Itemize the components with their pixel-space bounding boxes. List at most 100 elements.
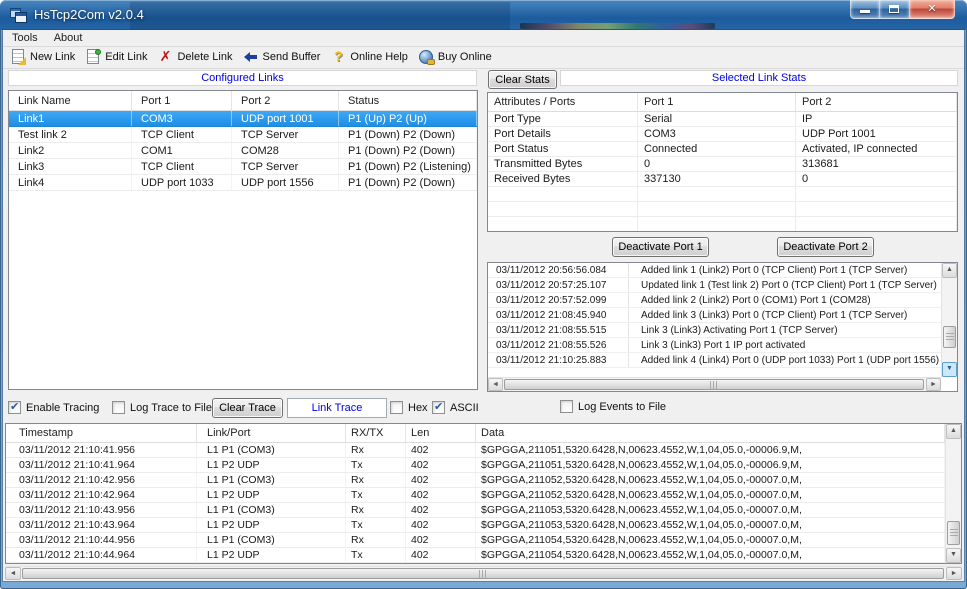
cell: 402 <box>406 533 476 547</box>
configured-link-row[interactable]: Link1COM3UDP port 1001P1 (Up) P2 (Up) <box>9 111 477 127</box>
scroll-right-icon[interactable]: ► <box>946 567 962 580</box>
toolbar-button-new-link[interactable]: New Link <box>6 48 81 66</box>
event-log-row[interactable]: 03/11/2012 21:08:55.515Link 3 (Link3) Ac… <box>488 323 941 338</box>
scroll-right-icon[interactable]: ► <box>926 378 941 391</box>
scroll-down-icon[interactable]: ▼ <box>946 548 961 563</box>
app-icon <box>10 7 27 23</box>
column-header[interactable]: Port 1 <box>132 91 232 110</box>
stats-row[interactable] <box>488 187 957 202</box>
stats-row[interactable] <box>488 217 957 232</box>
edit-link-icon <box>85 49 101 65</box>
event-log-row[interactable]: 03/11/2012 21:08:45.940Added link 3 (Lin… <box>488 308 941 323</box>
event-log-row[interactable]: 03/11/2012 20:56:56.084Added link 1 (Lin… <box>488 263 941 278</box>
scroll-up-icon[interactable]: ▲ <box>946 424 961 439</box>
log-trace-to-file-checkbox[interactable] <box>112 401 125 414</box>
ascii-checkbox[interactable] <box>432 401 445 414</box>
cell <box>796 202 957 216</box>
stats-row[interactable]: Port TypeSerialIP <box>488 112 957 127</box>
clear-trace-button[interactable]: Clear Trace <box>212 398 283 418</box>
configured-links-rows: Link1COM3UDP port 1001P1 (Up) P2 (Up)Tes… <box>9 111 477 191</box>
menu-item-tools[interactable]: Tools <box>4 31 46 47</box>
column-header[interactable]: Len <box>406 424 476 442</box>
log-events-to-file-checkbox[interactable] <box>560 400 573 413</box>
trace-row[interactable]: 03/11/2012 21:10:44.964L1 P2 UDPTx402$GP… <box>6 548 945 563</box>
toolbar-button-delete-link[interactable]: ✗Delete Link <box>153 48 238 66</box>
cell: TCP Client <box>132 127 232 142</box>
minimize-button[interactable] <box>850 0 880 19</box>
event-log-row[interactable]: 03/11/2012 20:57:25.107Updated link 1 (T… <box>488 278 941 293</box>
toolbar-button-online-help[interactable]: ?Online Help <box>326 48 413 66</box>
trace-row[interactable]: 03/11/2012 21:10:42.956L1 P1 (COM3)Rx402… <box>6 473 945 488</box>
event-log-vscrollbar[interactable]: ▲ ▼ <box>941 263 957 377</box>
cell: Rx <box>346 473 406 487</box>
enable-tracing-checkbox[interactable] <box>8 401 21 414</box>
trace-row[interactable]: 03/11/2012 21:10:44.956L1 P1 (COM3)Rx402… <box>6 533 945 548</box>
clear-stats-button[interactable]: Clear Stats <box>488 70 557 89</box>
trace-hscrollbar[interactable]: ◄ ► <box>5 566 962 580</box>
stats-row[interactable]: Transmitted Bytes0313681 <box>488 157 957 172</box>
scroll-left-icon[interactable]: ◄ <box>5 567 21 580</box>
event-log-row[interactable]: 03/11/2012 21:10:25.883Added link 4 (Lin… <box>488 353 941 368</box>
cell: 402 <box>406 488 476 502</box>
cell: TCP Server <box>232 127 339 142</box>
trace-row[interactable]: 03/11/2012 21:10:43.964L1 P2 UDPTx402$GP… <box>6 518 945 533</box>
trace-row[interactable]: 03/11/2012 21:10:41.956L1 P1 (COM3)Rx402… <box>6 443 945 458</box>
stats-row[interactable]: Port StatusConnectedActivated, IP connec… <box>488 142 957 157</box>
cell: Received Bytes <box>488 172 638 186</box>
cell: Test link 2 <box>9 127 132 142</box>
close-button[interactable]: ✕ <box>909 0 955 19</box>
cell: $GPGGA,211053,5320.6428,N,00623.4552,W,1… <box>476 503 945 517</box>
log-events-to-file-label: Log Events to File <box>578 400 666 414</box>
trace-table: TimestampLink/PortRX/TXLenData 03/11/201… <box>5 423 962 564</box>
trace-row[interactable]: 03/11/2012 21:10:41.964L1 P2 UDPTx402$GP… <box>6 458 945 473</box>
configured-link-row[interactable]: Link3TCP ClientTCP ServerP1 (Down) P2 (L… <box>9 159 477 175</box>
scroll-left-icon[interactable]: ◄ <box>488 378 503 391</box>
column-header[interactable]: RX/TX <box>346 424 406 442</box>
event-log-row[interactable]: 03/11/2012 21:08:55.526Link 3 (Link3) Po… <box>488 338 941 353</box>
column-header[interactable]: Port 2 <box>796 93 957 111</box>
trace-hscroll-thumb[interactable] <box>22 568 944 579</box>
event-message: Updated link 1 (Test link 2) Port 0 (TCP… <box>629 278 941 292</box>
toolbar-button-buy-online[interactable]: Buy Online <box>414 48 498 66</box>
cell: 03/11/2012 21:10:43.964 <box>6 518 197 532</box>
cell: Link1 <box>9 111 132 126</box>
event-log-hscrollbar[interactable]: ◄ ► <box>488 377 941 391</box>
trace-vscroll-thumb[interactable] <box>947 521 960 545</box>
column-header[interactable]: Attributes / Ports <box>488 93 638 111</box>
event-log-vscroll-thumb[interactable] <box>943 326 956 348</box>
event-log-hscroll-thumb[interactable] <box>504 379 924 390</box>
configured-link-row[interactable]: Link4UDP port 1033UDP port 1556P1 (Down)… <box>9 175 477 191</box>
maximize-button[interactable] <box>880 0 909 19</box>
column-header[interactable]: Data <box>476 424 945 442</box>
column-header[interactable]: Status <box>339 91 477 110</box>
event-timestamp: 03/11/2012 20:56:56.084 <box>488 263 629 277</box>
toolbar-button-label: New Link <box>30 51 75 63</box>
cell: Link2 <box>9 143 132 158</box>
column-header[interactable]: Timestamp <box>6 424 197 442</box>
cell: UDP port 1556 <box>232 175 339 190</box>
event-log-row[interactable]: 03/11/2012 20:57:52.099Added link 2 (Lin… <box>488 293 941 308</box>
cell: 03/11/2012 21:10:41.964 <box>6 458 197 472</box>
toolbar-button-edit-link[interactable]: Edit Link <box>81 48 153 66</box>
scroll-up-icon[interactable]: ▲ <box>942 263 957 278</box>
trace-row[interactable]: 03/11/2012 21:10:43.956L1 P1 (COM3)Rx402… <box>6 503 945 518</box>
stats-row[interactable]: Port DetailsCOM3UDP Port 1001 <box>488 127 957 142</box>
cell: P1 (Down) P2 (Down) <box>339 143 477 158</box>
hex-checkbox[interactable] <box>390 401 403 414</box>
trace-row[interactable]: 03/11/2012 21:10:42.964L1 P2 UDPTx402$GP… <box>6 488 945 503</box>
deactivate-port1-button[interactable]: Deactivate Port 1 <box>612 237 709 257</box>
configured-link-row[interactable]: Link2COM1COM28P1 (Down) P2 (Down) <box>9 143 477 159</box>
toolbar-button-send-buffer[interactable]: Send Buffer <box>239 48 327 66</box>
scroll-down-icon[interactable]: ▼ <box>942 362 957 377</box>
stats-row[interactable] <box>488 202 957 217</box>
stats-row[interactable]: Received Bytes3371300 <box>488 172 957 187</box>
column-header[interactable]: Port 2 <box>232 91 339 110</box>
menu-item-about[interactable]: About <box>46 31 91 47</box>
trace-vscrollbar[interactable]: ▲ ▼ <box>945 424 961 563</box>
thumb-grip <box>946 333 954 342</box>
column-header[interactable]: Port 1 <box>638 93 796 111</box>
column-header[interactable]: Link/Port <box>197 424 346 442</box>
configured-link-row[interactable]: Test link 2TCP ClientTCP ServerP1 (Down)… <box>9 127 477 143</box>
column-header[interactable]: Link Name <box>9 91 132 110</box>
deactivate-port2-button[interactable]: Deactivate Port 2 <box>777 237 874 257</box>
